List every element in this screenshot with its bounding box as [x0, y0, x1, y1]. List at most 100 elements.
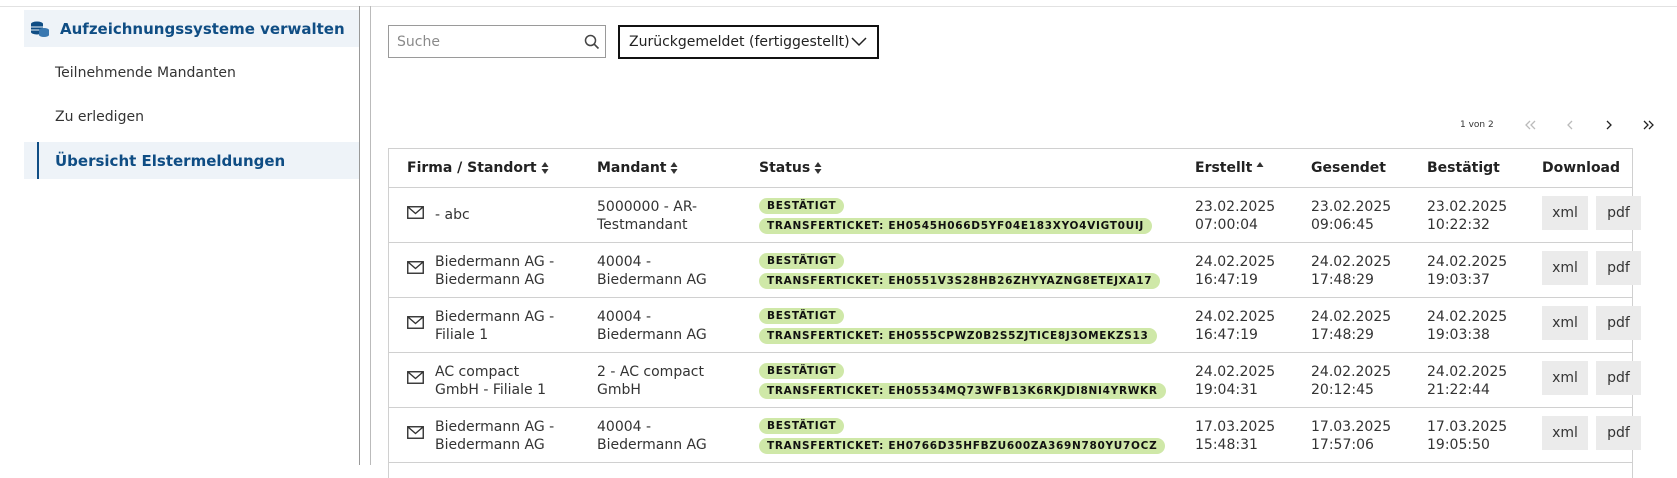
gesendet-cell: 24.02.2025 20:12:45 [1311, 363, 1391, 399]
firma-line: - abc [435, 207, 470, 223]
download-pdf-button[interactable]: pdf [1596, 251, 1641, 285]
erstellt-cell: 23.02.2025 07:00:04 [1195, 198, 1275, 234]
erstellt-time: 19:04:31 [1195, 382, 1258, 398]
bestaetigt-cell: 24.02.2025 19:03:38 [1427, 308, 1507, 344]
status-cell: BESTÄTIGT TRANSFERTICKET: EH0551V3S28HB26… [759, 251, 1161, 291]
gesendet-time: 20:12:45 [1311, 382, 1374, 398]
bestaetigt-date: 24.02.2025 [1427, 364, 1508, 380]
envelope-icon [407, 371, 424, 389]
download-pdf-button[interactable]: pdf [1596, 306, 1641, 340]
bestaetigt-time: 19:03:37 [1427, 272, 1490, 288]
sidebar-header[interactable]: Aufzeichnungssysteme verwalten [24, 10, 360, 47]
gesendet-date: 17.03.2025 [1311, 419, 1392, 435]
sidebar-item-teilnehmende-mandanten[interactable]: Teilnehmende Mandanten [24, 54, 360, 91]
erstellt-cell: 24.02.2025 19:04:31 [1195, 363, 1275, 399]
table-row: Biedermann AG - Filiale 1 40004 - Biederman… [389, 298, 1641, 353]
transfer-ticket-badge: TRANSFERTICKET: EH0555CPWZ0B2S5ZJTICE8J3… [759, 328, 1157, 344]
gesendet-cell: 24.02.2025 17:48:29 [1311, 253, 1391, 289]
column-header-label: Firma / Standort [407, 160, 537, 176]
status-badge: BESTÄTIGT [759, 363, 845, 379]
status-cell: BESTÄTIGT TRANSFERTICKET: EH05534MQ73WFB1… [759, 361, 1166, 401]
download-xml-button[interactable]: xml [1542, 416, 1588, 450]
mandant-line: Biedermann AG [597, 437, 707, 453]
table-row: - abc 5000000 - AR- Testmandant BESTÄTIGT TR… [389, 188, 1641, 243]
status-badge: BESTÄTIGT [759, 308, 845, 324]
content-divider [370, 6, 371, 465]
status-cell: BESTÄTIGT TRANSFERTICKET: EH0555CPWZ0B2S5… [759, 306, 1157, 346]
sort-icon [670, 161, 678, 175]
erstellt-time: 16:47:19 [1195, 272, 1258, 288]
envelope-icon [407, 316, 424, 334]
download-xml-button[interactable]: xml [1542, 361, 1588, 395]
download-xml-button[interactable]: xml [1542, 196, 1588, 230]
status-filter-value: Zurückgemeldet (fertiggestellt) [629, 34, 850, 50]
mandant-cell: 2 - AC compact GmbH [597, 363, 747, 399]
download-xml-button[interactable]: xml [1542, 306, 1588, 340]
sidebar-item-label: Übersicht Elstermeldungen [55, 151, 286, 170]
table-row: Biedermann AG - Biedermann AG 40004 - Biede… [389, 243, 1641, 298]
download-pdf-button[interactable]: pdf [1596, 416, 1641, 450]
column-header-download: Download [1542, 149, 1620, 187]
bestaetigt-cell: 24.02.2025 19:03:37 [1427, 253, 1507, 289]
pagination: 1 von 2 [1460, 116, 1668, 134]
gesendet-cell: 23.02.2025 09:06:45 [1311, 198, 1391, 234]
gesendet-date: 24.02.2025 [1311, 364, 1392, 380]
mandant-line: 40004 - [597, 419, 652, 435]
transfer-ticket-badge: TRANSFERTICKET: EH0545H066D5YF04E183XYO4… [759, 218, 1153, 234]
mandant-line: 40004 - [597, 254, 652, 270]
download-pdf-button[interactable]: pdf [1596, 196, 1641, 230]
sidebar: Aufzeichnungssysteme verwalten Teilnehme… [24, 10, 360, 179]
sidebar-item-zu-erledigen[interactable]: Zu erledigen [24, 98, 360, 135]
column-header-label: Bestätigt [1427, 160, 1500, 176]
mandant-cell: 40004 - Biedermann AG [597, 253, 747, 289]
status-badge: BESTÄTIGT [759, 253, 845, 269]
status-badge: BESTÄTIGT [759, 418, 845, 434]
firma-cell: Biedermann AG - Biedermann AG [435, 253, 610, 289]
bestaetigt-cell: 24.02.2025 21:22:44 [1427, 363, 1507, 399]
bestaetigt-time: 19:05:50 [1427, 437, 1490, 453]
last-page-icon[interactable] [1629, 116, 1668, 134]
gesendet-time: 09:06:45 [1311, 217, 1374, 233]
sidebar-item-uebersicht-elstermeldungen[interactable]: Übersicht Elstermeldungen [24, 142, 360, 179]
search-icon[interactable] [579, 34, 605, 50]
bestaetigt-cell: 23.02.2025 10:22:32 [1427, 198, 1507, 234]
mandant-line: 40004 - [597, 309, 652, 325]
erstellt-date: 24.02.2025 [1195, 309, 1276, 325]
chevron-down-icon [851, 37, 867, 47]
sidebar-item-label: Teilnehmende Mandanten [55, 64, 236, 81]
table-header: Firma / Standort Mandant Status Erstellt… [389, 149, 1632, 188]
erstellt-date: 24.02.2025 [1195, 254, 1276, 270]
firma-cell: Biedermann AG - Biedermann AG [435, 418, 610, 454]
first-page-icon[interactable] [1512, 116, 1551, 134]
column-header-label: Mandant [597, 160, 667, 176]
envelope-icon [407, 261, 424, 279]
erstellt-date: 17.03.2025 [1195, 419, 1276, 435]
status-filter-select[interactable]: Zurückgemeldet (fertiggestellt) [618, 25, 879, 59]
status-badge: BESTÄTIGT [759, 198, 845, 214]
firma-line: Biedermann AG [435, 272, 545, 288]
download-xml-button[interactable]: xml [1542, 251, 1588, 285]
status-cell: BESTÄTIGT TRANSFERTICKET: EH0545H066D5YF0… [759, 196, 1153, 236]
download-pdf-button[interactable]: pdf [1596, 361, 1641, 395]
search-input[interactable] [389, 32, 579, 51]
firma-line: Biedermann AG - [435, 309, 555, 325]
firma-line: Biedermann AG - [435, 419, 555, 435]
column-header-gesendet: Gesendet [1311, 149, 1386, 187]
column-header-label: Download [1542, 160, 1621, 176]
mandant-line: Biedermann AG [597, 272, 707, 288]
column-header-mandant[interactable]: Mandant [597, 149, 678, 187]
sort-icon [541, 161, 549, 175]
sort-icon [814, 161, 822, 175]
column-header-status[interactable]: Status [759, 149, 822, 187]
bestaetigt-time: 19:03:38 [1427, 327, 1490, 343]
mandant-cell: 40004 - Biedermann AG [597, 418, 747, 454]
column-header-firma[interactable]: Firma / Standort [407, 149, 549, 187]
bestaetigt-date: 23.02.2025 [1427, 199, 1508, 215]
prev-page-icon[interactable] [1551, 116, 1590, 134]
column-header-label: Gesendet [1311, 160, 1386, 176]
column-header-erstellt[interactable]: Erstellt [1195, 149, 1264, 187]
next-page-icon[interactable] [1590, 116, 1629, 134]
sidebar-divider [359, 6, 360, 465]
mandant-line: 2 - AC compact [597, 364, 704, 380]
mandant-line: 5000000 - AR- [597, 199, 698, 215]
